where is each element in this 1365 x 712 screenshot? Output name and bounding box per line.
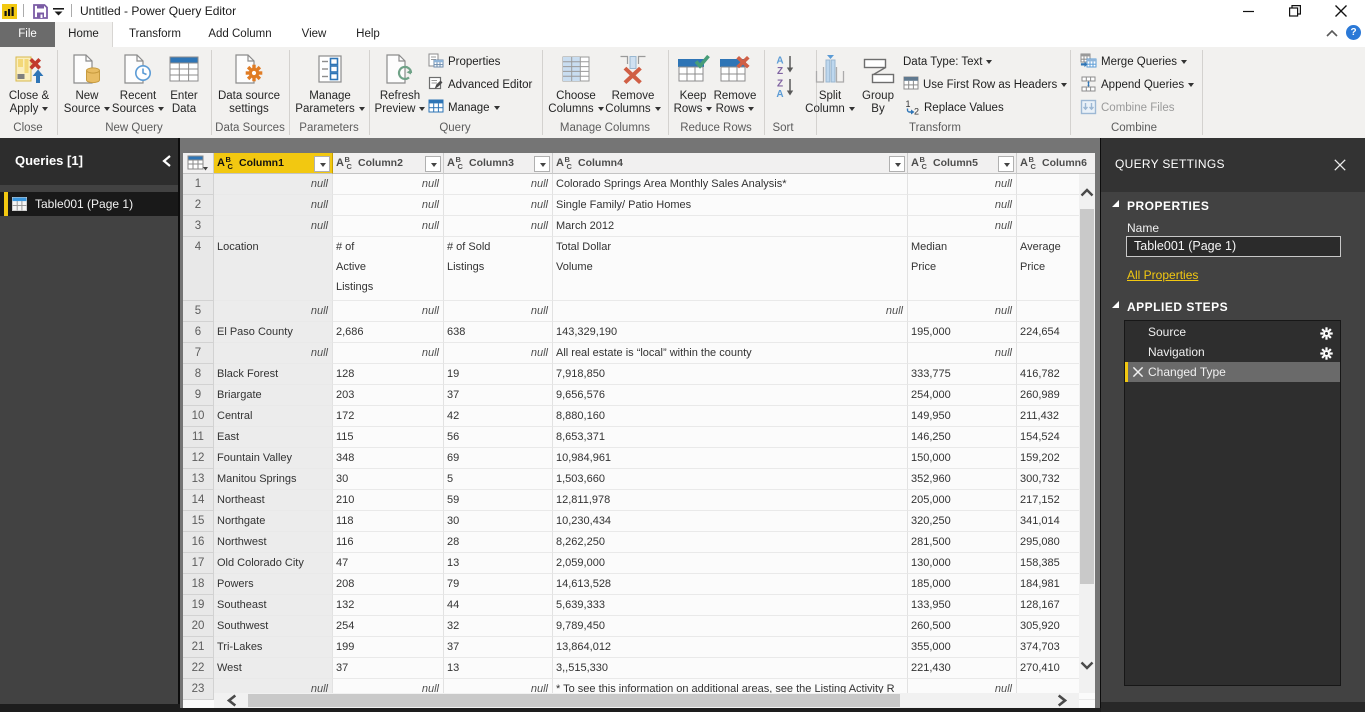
svg-text:1: 1 [906,99,911,109]
svg-text:A: A [776,56,783,67]
svg-text:Z: Z [777,79,783,90]
svg-text:A: A [776,89,783,98]
svg-text:2: 2 [914,106,919,115]
svg-text:Z: Z [777,66,783,75]
